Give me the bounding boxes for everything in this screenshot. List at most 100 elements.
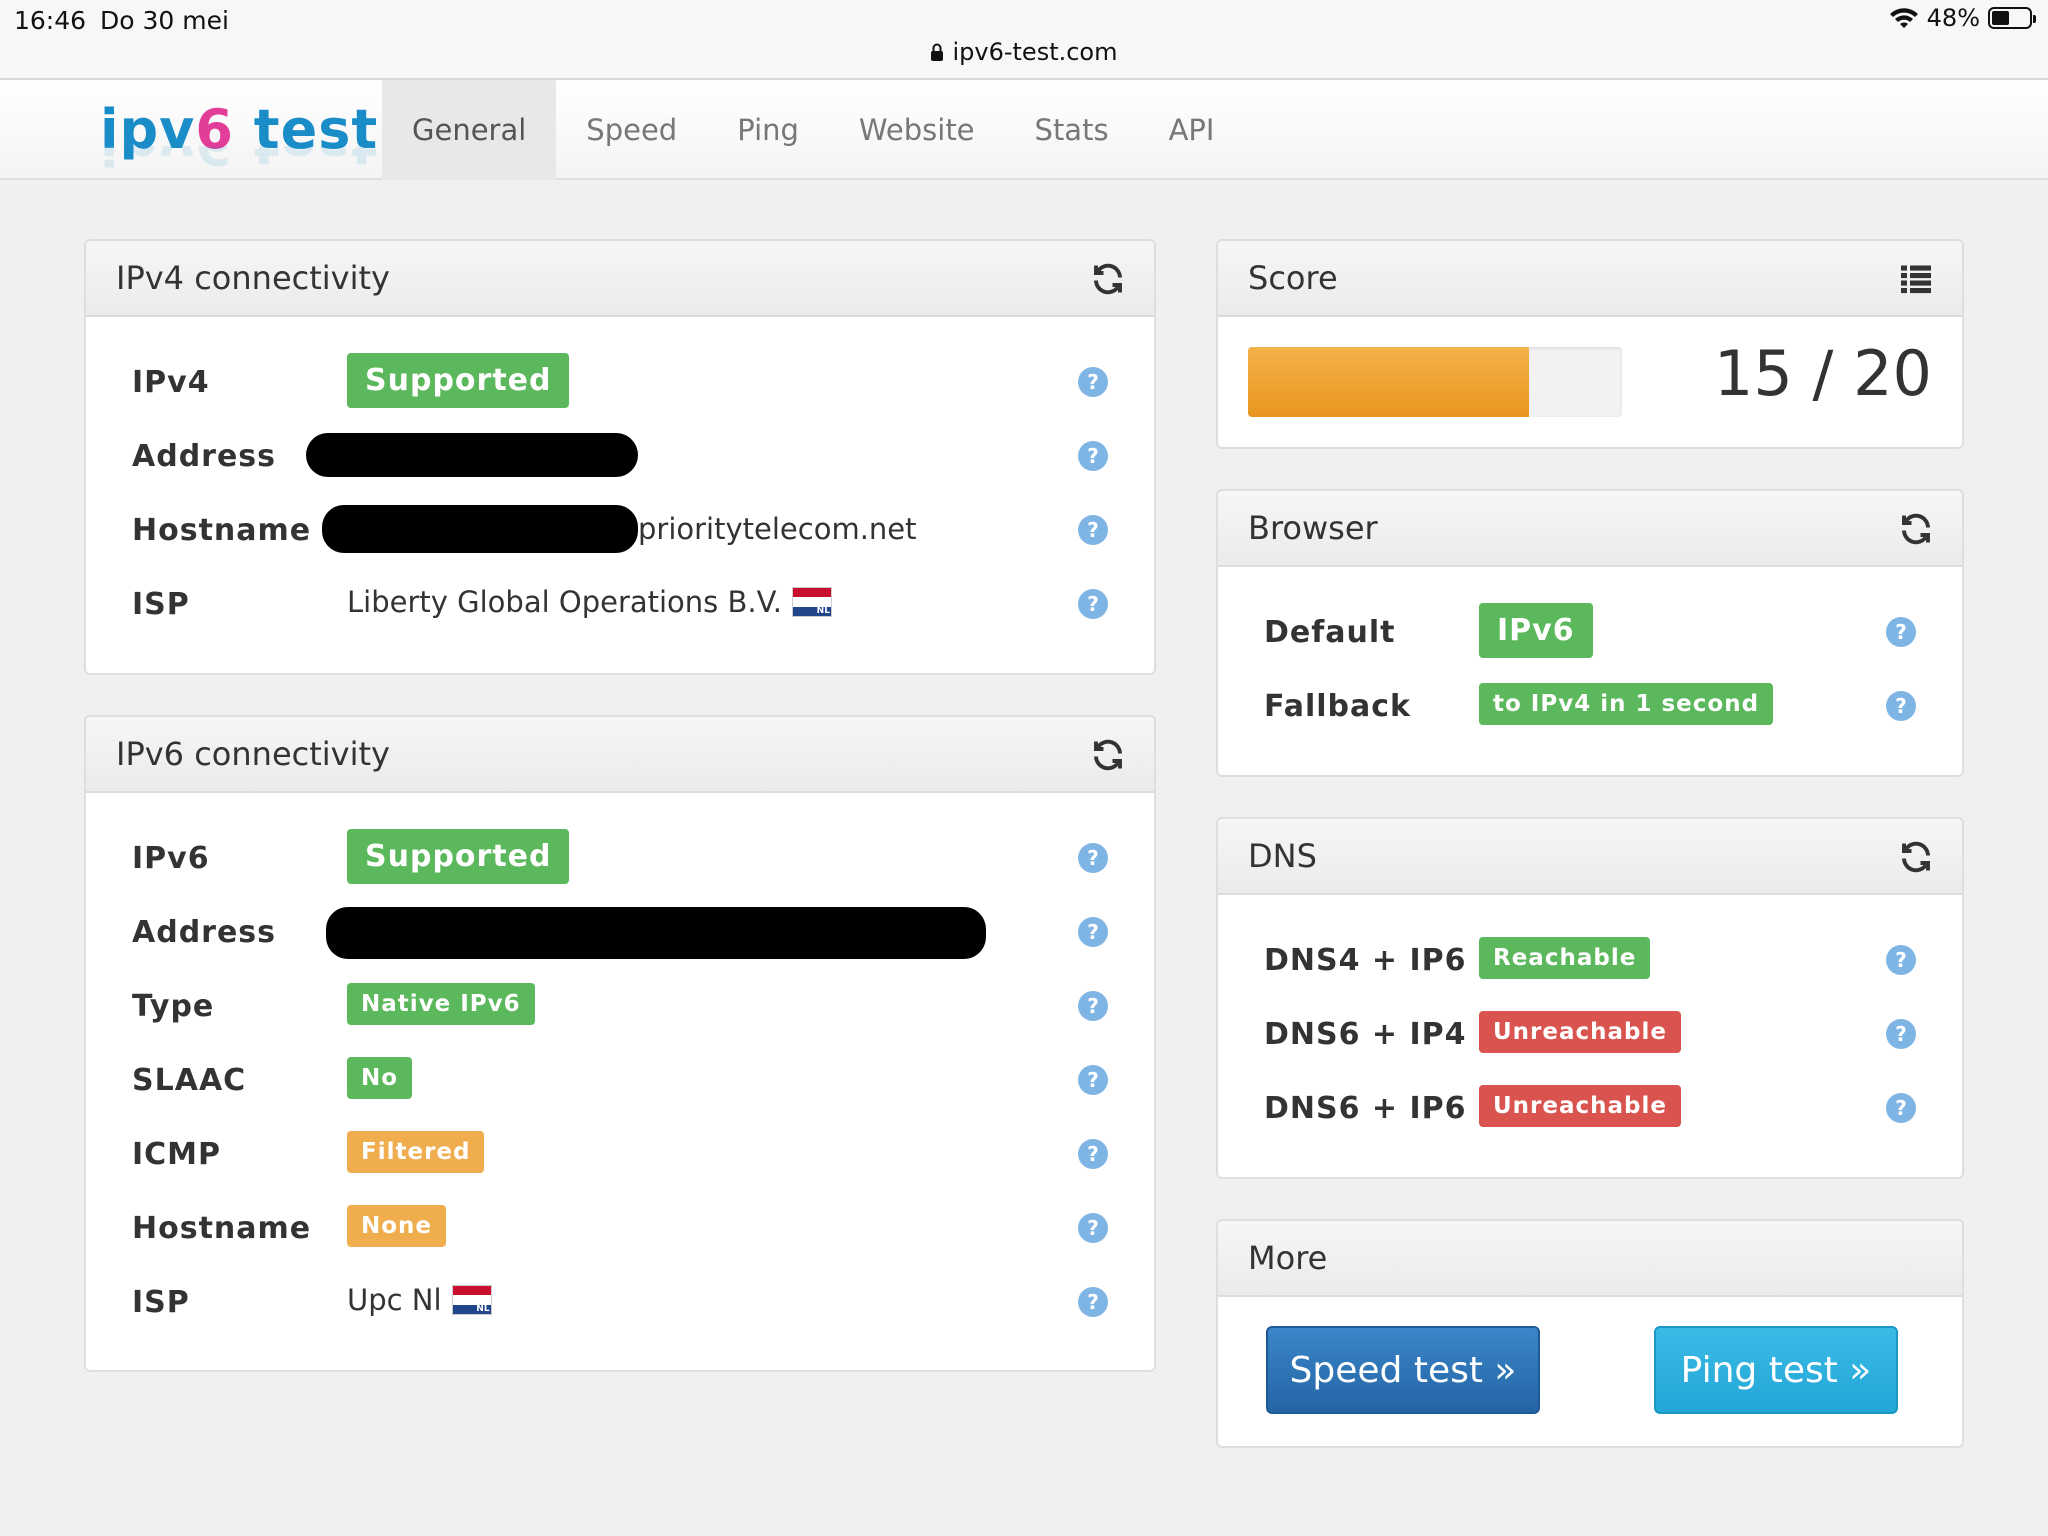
ipv6-row-slaac: SLAAC No ? bbox=[86, 1051, 1154, 1109]
row-label: Hostname bbox=[132, 1211, 312, 1246]
row-label: IPv6 bbox=[132, 841, 210, 876]
help-icon[interactable]: ? bbox=[1078, 1213, 1108, 1243]
row-label: IPv4 bbox=[132, 365, 210, 400]
ipv6-row-type: Type Native IPv6 ? bbox=[86, 977, 1154, 1035]
help-icon[interactable]: ? bbox=[1078, 843, 1108, 873]
ipv6-row-ipv6: IPv6 Supported ? bbox=[86, 829, 1154, 887]
browser-row-default: Default IPv6 ? bbox=[1218, 603, 1962, 661]
default-badge: IPv6 bbox=[1479, 603, 1593, 658]
score-panel-header: Score bbox=[1218, 241, 1962, 317]
wifi-icon bbox=[1889, 8, 1918, 28]
score-value: 15 / 20 bbox=[1713, 337, 1932, 410]
tab-speed[interactable]: Speed bbox=[556, 80, 707, 180]
score-progress-bar bbox=[1248, 347, 1622, 417]
dns-status-badge: Unreachable bbox=[1479, 1011, 1681, 1053]
icmp-badge: Filtered bbox=[347, 1131, 485, 1173]
tab-ping[interactable]: Ping bbox=[707, 80, 829, 180]
logo-reflection: ipv6 test bbox=[100, 146, 378, 176]
ipv6-row-icmp: ICMP Filtered ? bbox=[86, 1125, 1154, 1183]
ipv4-row-hostname: Hostname prioritytelecom.net ? bbox=[86, 501, 1154, 559]
row-label: Fallback bbox=[1264, 689, 1411, 724]
status-date: Do 30 mei bbox=[100, 6, 229, 35]
row-label: Address bbox=[132, 439, 277, 474]
more-panel-title: More bbox=[1248, 1239, 1328, 1277]
dns-row-dns6-ip6: DNS6 + IP6 Unreachable ? bbox=[1218, 1079, 1962, 1137]
url-text: ipv6-test.com bbox=[952, 38, 1118, 66]
refresh-icon[interactable] bbox=[1898, 839, 1934, 875]
help-icon[interactable]: ? bbox=[1078, 991, 1108, 1021]
help-icon[interactable]: ? bbox=[1078, 367, 1108, 397]
refresh-icon[interactable] bbox=[1090, 261, 1126, 297]
battery-percent: 48% bbox=[1926, 4, 1980, 32]
ipv6-row-address: Address ? bbox=[86, 903, 1154, 961]
ipv6-panel-header: IPv6 connectivity bbox=[86, 717, 1154, 793]
score-panel: Score 15 / 20 bbox=[1216, 239, 1964, 449]
status-badge: Supported bbox=[347, 353, 570, 408]
help-icon[interactable]: ? bbox=[1886, 1019, 1916, 1049]
hostname-value: prioritytelecom.net bbox=[638, 512, 917, 546]
row-label: ISP bbox=[132, 587, 190, 622]
battery-icon bbox=[1988, 7, 2036, 29]
refresh-icon[interactable] bbox=[1090, 737, 1126, 773]
row-label: ICMP bbox=[132, 1137, 222, 1172]
help-icon[interactable]: ? bbox=[1078, 1139, 1108, 1169]
redacted-hostname bbox=[322, 505, 638, 553]
tab-stats[interactable]: Stats bbox=[1005, 80, 1139, 180]
browser-panel-header: Browser bbox=[1218, 491, 1962, 567]
tab-website[interactable]: Website bbox=[829, 80, 1005, 180]
help-icon[interactable]: ? bbox=[1078, 441, 1108, 471]
help-icon[interactable]: ? bbox=[1078, 1287, 1108, 1317]
help-icon[interactable]: ? bbox=[1886, 617, 1916, 647]
tab-general[interactable]: General bbox=[382, 80, 557, 180]
ping-test-button[interactable]: Ping test » bbox=[1654, 1326, 1898, 1414]
more-panel-header: More bbox=[1218, 1221, 1962, 1297]
list-icon[interactable] bbox=[1898, 261, 1934, 297]
fallback-badge: to IPv4 in 1 second bbox=[1479, 683, 1774, 725]
slaac-badge: No bbox=[347, 1057, 413, 1099]
status-badge: Supported bbox=[347, 829, 570, 884]
help-icon[interactable]: ? bbox=[1886, 1093, 1916, 1123]
row-label: DNS6 + IP6 bbox=[1264, 1091, 1467, 1126]
browser-panel: Browser Default IPv6 ? Fallback to IPv4 … bbox=[1216, 489, 1964, 777]
status-bar: 16:46 Do 30 mei 48% ipv6-test.com bbox=[0, 0, 2048, 80]
row-label: Type bbox=[132, 989, 215, 1024]
help-icon[interactable]: ? bbox=[1886, 945, 1916, 975]
row-label: Address bbox=[132, 915, 277, 950]
type-badge: Native IPv6 bbox=[347, 983, 535, 1025]
speed-test-button[interactable]: Speed test » bbox=[1266, 1326, 1540, 1414]
nl-flag-icon: NL bbox=[451, 1285, 492, 1315]
dns-panel-title: DNS bbox=[1248, 837, 1317, 875]
dns-panel-header: DNS bbox=[1218, 819, 1962, 895]
ipv4-row-address: Address ? bbox=[86, 427, 1154, 485]
dns-status-badge: Unreachable bbox=[1479, 1085, 1681, 1127]
ipv6-panel-title: IPv6 connectivity bbox=[116, 735, 390, 773]
site-navbar: ipv6 test ipv6 test General Speed Ping W… bbox=[0, 80, 2048, 180]
isp-value: Upc Nl bbox=[347, 1283, 442, 1317]
refresh-icon[interactable] bbox=[1898, 511, 1934, 547]
ipv4-panel: IPv4 connectivity IPv4 Supported ? Addre… bbox=[84, 239, 1156, 675]
help-icon[interactable]: ? bbox=[1886, 691, 1916, 721]
ipv4-row-ipv4: IPv4 Supported ? bbox=[86, 353, 1154, 411]
help-icon[interactable]: ? bbox=[1078, 917, 1108, 947]
row-label: DNS6 + IP4 bbox=[1264, 1017, 1467, 1052]
status-right: 48% bbox=[1889, 4, 2036, 32]
redacted-address bbox=[326, 907, 986, 959]
ipv4-row-isp: ISP Liberty Global Operations B.V. NL ? bbox=[86, 575, 1154, 633]
dns-panel: DNS DNS4 + IP6 Reachable ? DNS6 + IP4 Un… bbox=[1216, 817, 1964, 1179]
browser-row-fallback: Fallback to IPv4 in 1 second ? bbox=[1218, 677, 1962, 735]
dns-row-dns6-ip4: DNS6 + IP4 Unreachable ? bbox=[1218, 1005, 1962, 1063]
help-icon[interactable]: ? bbox=[1078, 1065, 1108, 1095]
ipv6-panel: IPv6 connectivity IPv6 Supported ? Addre… bbox=[84, 715, 1156, 1372]
isp-value: Liberty Global Operations B.V. bbox=[347, 585, 782, 619]
help-icon[interactable]: ? bbox=[1078, 589, 1108, 619]
ipv4-panel-header: IPv4 connectivity bbox=[86, 241, 1154, 317]
row-label: SLAAC bbox=[132, 1063, 247, 1098]
more-panel: More Speed test » Ping test » bbox=[1216, 1219, 1964, 1448]
dns-status-badge: Reachable bbox=[1479, 937, 1651, 979]
address-bar[interactable]: ipv6-test.com bbox=[0, 38, 2048, 66]
ipv6-row-hostname: Hostname None ? bbox=[86, 1199, 1154, 1257]
help-icon[interactable]: ? bbox=[1078, 515, 1108, 545]
hostname-badge: None bbox=[347, 1205, 447, 1247]
browser-panel-title: Browser bbox=[1248, 509, 1378, 547]
tab-api[interactable]: API bbox=[1139, 80, 1245, 180]
